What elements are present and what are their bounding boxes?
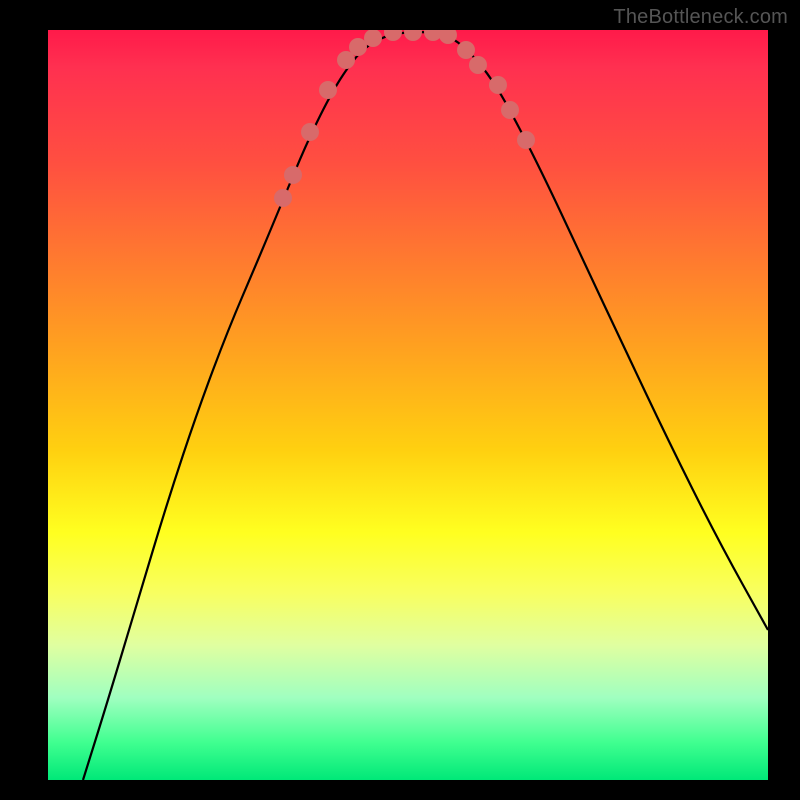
sample-dot: [489, 76, 507, 94]
sample-dot: [349, 38, 367, 56]
sample-dot: [301, 123, 319, 141]
sample-dot: [439, 30, 457, 44]
sample-dot: [384, 30, 402, 41]
sample-dot: [469, 56, 487, 74]
dots-layer: [48, 30, 768, 780]
sample-dot: [274, 189, 292, 207]
sample-dot: [517, 131, 535, 149]
watermark-text: TheBottleneck.com: [613, 6, 788, 29]
sample-dot: [501, 101, 519, 119]
sample-dot: [319, 81, 337, 99]
sample-dots: [274, 30, 535, 207]
sample-dot: [364, 30, 382, 47]
sample-dot: [457, 41, 475, 59]
sample-dot: [404, 30, 422, 41]
chart-frame: TheBottleneck.com: [0, 0, 800, 800]
sample-dot: [284, 166, 302, 184]
